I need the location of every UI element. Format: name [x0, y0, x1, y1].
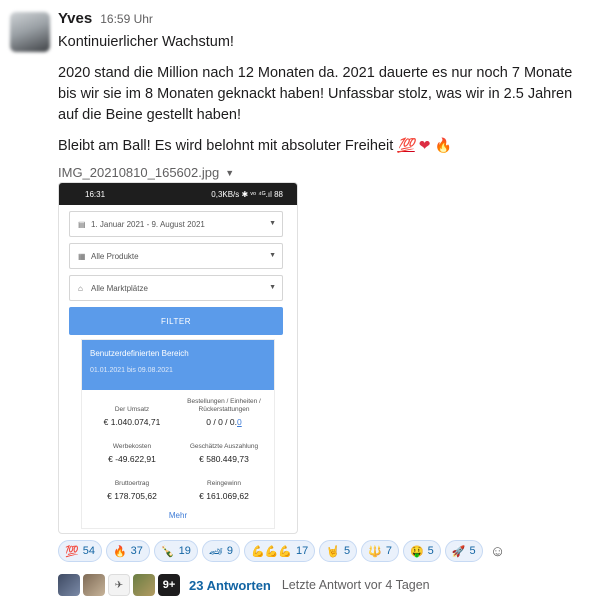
reaction-count: 37 [130, 545, 143, 557]
chevron-down-icon: ▼ [269, 284, 276, 291]
race-car-icon: 🏎 [208, 544, 223, 558]
metric-label: Werbekosten [112, 443, 152, 450]
metric-gross-profit: Bruttoertrag € 178.705,62 [86, 472, 178, 501]
metrics-grid: Der Umsatz € 1.040.074,71 Bestellungen /… [82, 390, 274, 501]
reaction-count: 5 [427, 545, 434, 557]
chevron-down-icon: ▼ [269, 252, 276, 259]
range-card-dates: 01.01.2021 bis 09.08.2021 [90, 367, 173, 374]
metric-label: Der Umsatz [114, 406, 150, 413]
products-text: Alle Produkte [91, 251, 139, 261]
metric-value: 0 / 0 / 0.0 [206, 417, 242, 427]
reaction-count: 19 [178, 545, 191, 557]
reaction-count: 17 [296, 545, 309, 557]
metric-revenue: Der Umsatz € 1.040.074,71 [86, 398, 178, 427]
reaction-count: 5 [344, 545, 351, 557]
reaction-hundred[interactable]: 💯 54 [58, 540, 102, 562]
metric-value: € 1.040.074,71 [103, 417, 161, 427]
message-timestamp[interactable]: 16:59 Uhr [100, 12, 153, 26]
hundred-points-icon: 💯 [65, 544, 79, 558]
marketplaces-text: Alle Marktplätze [91, 283, 148, 293]
trident-icon: 🔱 [368, 544, 382, 558]
reaction-count: 54 [82, 545, 95, 557]
metric-value-link: 0 [237, 417, 242, 427]
avatar [58, 574, 80, 596]
message-line-3: Bleibt am Ball! Es wird belohnt mit abso… [58, 136, 588, 157]
metric-label: Bruttoertrag [114, 480, 150, 487]
avatar [133, 574, 155, 596]
money-mouth-face-icon: 🤑 [409, 544, 424, 558]
chevron-down-icon[interactable]: ▼ [225, 168, 234, 178]
reactions-bar: 💯 54 🔥 37 🍾 19 🏎 9 💪💪💪 17 🤘 5 🔱 7 🤑 5 🚀 5 ☺ [58, 540, 509, 562]
date-range-text: 1. Januar 2021 - 9. August 2021 [91, 219, 205, 229]
reaction-rocket[interactable]: 🚀 5 [444, 540, 483, 562]
home-icon: ⌂ [78, 283, 83, 293]
metric-value: € 161.069,62 [199, 491, 249, 501]
metric-value: € 580.449,73 [199, 454, 249, 464]
reaction-champagne[interactable]: 🍾 19 [153, 540, 198, 562]
metric-label: Geschätzte Auszahlung [189, 443, 259, 450]
attachment-filename[interactable]: IMG_20210810_165602.jpg ▼ [58, 165, 588, 180]
reaction-count: 5 [469, 545, 476, 557]
reaction-count: 7 [385, 545, 392, 557]
avatar [83, 574, 105, 596]
message: Yves 16:59 Uhr Kontinuierlicher Wachstum… [58, 10, 588, 180]
range-card: Benutzerdefinierten Bereich 01.01.2021 b… [81, 339, 275, 529]
champagne-icon: 🍾 [160, 544, 175, 558]
metric-net-profit: Reingewinn € 161.069,62 [178, 472, 270, 501]
message-line-1: Kontinuierlicher Wachstum! [58, 34, 234, 50]
marketplaces-select: ⌂ Alle Marktplätze ▼ [69, 275, 283, 301]
fire-emoji: 🔥 [434, 138, 452, 154]
metric-value: € 178.705,62 [107, 491, 157, 501]
more-participants-badge: 9+ [158, 574, 180, 596]
message-line-2: 2020 stand die Million nach 12 Monaten d… [58, 65, 573, 123]
rock-on-icon: 🤘 [326, 544, 340, 558]
phone-status-icons: 0,3KB/s ✱ ᵛᵒ ⁴ᴳ.ıl 88 [211, 189, 283, 199]
phone-status-bar: 16:31 0,3KB/s ✱ ᵛᵒ ⁴ᴳ.ıl 88 [59, 183, 297, 205]
metric-label: Bestellungen / Einheiten / Rückerstattun… [187, 398, 261, 413]
metric-label: Reingewinn [207, 480, 241, 487]
calendar-icon: ▤ [78, 219, 86, 229]
flexed-biceps-icon: 💪💪💪 [250, 544, 293, 558]
metric-orders: Bestellungen / Einheiten / Rückerstattun… [178, 398, 270, 427]
rocket-icon: 🚀 [451, 544, 466, 558]
attachment-filename-text[interactable]: IMG_20210810_165602.jpg [58, 165, 219, 180]
add-reaction-icon[interactable]: ☺ [487, 540, 509, 562]
fire-icon: 🔥 [112, 544, 127, 558]
more-link: Mehr [168, 511, 188, 520]
author-avatar[interactable] [10, 12, 50, 52]
reaction-flexed-biceps[interactable]: 💪💪💪 17 [243, 540, 316, 562]
chevron-down-icon: ▼ [269, 220, 276, 227]
reaction-fire[interactable]: 🔥 37 [105, 540, 150, 562]
reaction-rock-on[interactable]: 🤘 5 [319, 540, 358, 562]
products-select: ▦ Alle Produkte ▼ [69, 243, 283, 269]
message-line-3-text: Bleibt am Ball! Es wird belohnt mit abso… [58, 138, 394, 154]
grid-icon: ▦ [78, 251, 86, 261]
message-header: Yves 16:59 Uhr [58, 10, 588, 30]
reaction-money-mouth[interactable]: 🤑 5 [402, 540, 441, 562]
avatar: ✈ [108, 574, 130, 596]
hundred-points-emoji: 💯 [397, 138, 415, 154]
last-reply-text: Letzte Antwort vor 4 Tagen [281, 578, 430, 592]
range-card-title: Benutzerdefinierten Bereich [90, 349, 189, 358]
reaction-trident[interactable]: 🔱 7 [361, 540, 399, 562]
red-heart-emoji: ❤ [418, 138, 431, 154]
attachment-image[interactable]: 16:31 0,3KB/s ✱ ᵛᵒ ⁴ᴳ.ıl 88 ▤ 1. Januar … [58, 182, 298, 534]
metric-payout: Geschätzte Auszahlung € 580.449,73 [178, 435, 270, 464]
reaction-race-car[interactable]: 🏎 9 [201, 540, 240, 562]
metric-value: € -49.622,91 [108, 454, 156, 464]
replies-link[interactable]: 23 Antworten [189, 578, 271, 593]
message-body: Kontinuierlicher Wachstum! 2020 stand di… [58, 32, 588, 157]
filter-button: FILTER [69, 307, 283, 335]
author-name[interactable]: Yves [58, 10, 92, 27]
phone-status-time: 16:31 [85, 189, 106, 199]
range-card-header: Benutzerdefinierten Bereich 01.01.2021 b… [82, 340, 274, 390]
metric-ad-costs: Werbekosten € -49.622,91 [86, 435, 178, 464]
thread-summary[interactable]: ✈ 9+ 23 Antworten Letzte Antwort vor 4 T… [58, 574, 430, 596]
reaction-count: 9 [226, 545, 233, 557]
date-range-select: ▤ 1. Januar 2021 - 9. August 2021 ▼ [69, 211, 283, 237]
metric-value-text: 0 / 0 / 0 [206, 417, 235, 427]
